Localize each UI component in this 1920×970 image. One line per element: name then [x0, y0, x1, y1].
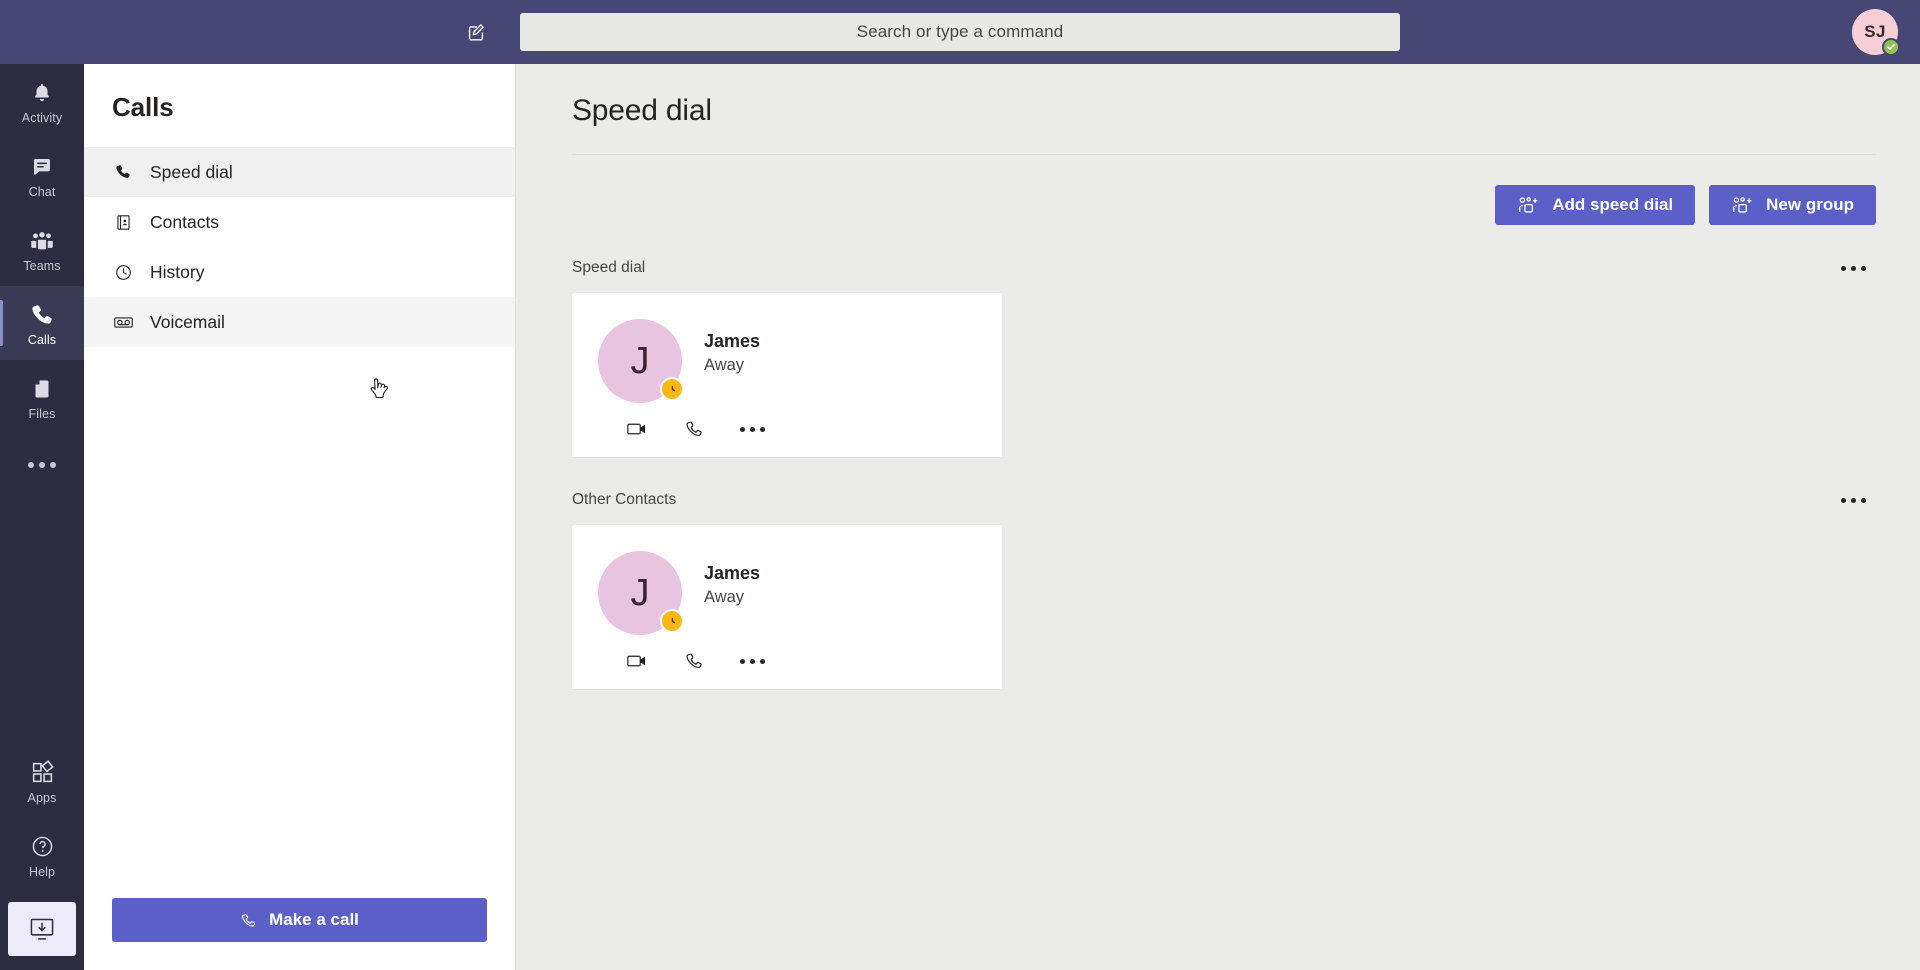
sidebar-item-label: Activity — [21, 110, 63, 125]
contact-info: James Away — [704, 319, 760, 375]
contact-status: Away — [704, 588, 745, 606]
chat-icon — [30, 152, 54, 182]
contact-card-icon — [112, 213, 134, 232]
presence-away-badge — [660, 377, 684, 401]
sidebar-item-label: Help — [28, 864, 56, 879]
sidebar-item-apps[interactable]: Apps — [0, 744, 84, 818]
contact-card-actions — [598, 651, 976, 671]
search-placeholder: Search or type a command — [856, 22, 1064, 41]
avatar: J — [598, 319, 684, 403]
phone-icon — [240, 912, 257, 929]
contact-card-top: J James Away — [598, 551, 976, 635]
sidebar-item-files[interactable]: Files — [0, 360, 84, 434]
sidebar-item-label: Chat — [28, 184, 56, 199]
main-title: Speed dial — [572, 94, 712, 127]
nav-item-contacts[interactable]: Contacts — [84, 197, 515, 247]
sidebar-item-label: Apps — [27, 790, 57, 805]
presence-away-badge — [660, 609, 684, 633]
download-desktop-app-icon[interactable] — [8, 902, 76, 956]
group-overflow-more-horizontal-icon[interactable] — [1836, 487, 1870, 513]
left-panel-footer: Make a call — [84, 898, 515, 970]
page-title: Calls — [112, 92, 174, 122]
top-bar: Search or type a command SJ — [0, 0, 1920, 64]
make-a-call-label: Make a call — [269, 910, 359, 929]
new-group-label: New group — [1766, 195, 1854, 214]
teams-icon — [29, 226, 55, 256]
add-speed-dial-label: Add speed dial — [1552, 195, 1674, 214]
voicemail-icon — [112, 313, 134, 332]
contact-name: James — [704, 563, 761, 583]
nav-item-label: History — [150, 261, 205, 282]
more-apps-button[interactable] — [0, 434, 84, 496]
group-title: Speed dial — [572, 259, 646, 276]
add-speed-dial-button[interactable]: Add speed dial — [1495, 185, 1696, 225]
contact-card-actions — [598, 419, 976, 439]
calls-left-panel: Calls Speed dial Contacts History Voicem… — [84, 64, 516, 970]
make-a-call-button[interactable]: Make a call — [112, 898, 487, 942]
audio-call-icon[interactable] — [684, 651, 704, 671]
app-rail: Activity Chat Teams Calls Files Apps Hel… — [0, 64, 84, 970]
main-content: Speed dial Add speed dial New group Spee… — [516, 64, 1920, 970]
contact-name: James — [704, 331, 761, 351]
group-overflow-more-horizontal-icon[interactable] — [1836, 255, 1870, 281]
sidebar-item-calls[interactable]: Calls — [0, 286, 84, 360]
apps-icon — [30, 758, 55, 788]
more-horizontal-icon — [28, 462, 56, 468]
sidebar-item-help[interactable]: Help — [0, 818, 84, 892]
add-person-icon — [1731, 195, 1753, 215]
sidebar-item-label: Calls — [27, 332, 57, 347]
add-person-icon — [1517, 195, 1539, 215]
contact-more-horizontal-icon[interactable] — [740, 426, 765, 432]
sidebar-item-chat[interactable]: Chat — [0, 138, 84, 212]
nav-item-label: Contacts — [150, 211, 220, 232]
nav-item-history[interactable]: History — [84, 247, 515, 297]
divider — [572, 154, 1876, 155]
presence-available-badge — [1882, 38, 1900, 56]
file-icon — [30, 374, 54, 404]
contact-status: Away — [704, 356, 745, 374]
phone-icon — [29, 300, 55, 330]
avatar[interactable]: SJ — [1852, 9, 1900, 56]
nav-item-speed-dial[interactable]: Speed dial — [84, 147, 515, 197]
main-action-row: Add speed dial New group — [572, 185, 1876, 225]
teams-app-window: Search or type a command SJ Activity Cha… — [0, 0, 1920, 970]
bell-icon — [30, 78, 54, 108]
app-rail-bottom: Apps Help — [0, 744, 84, 970]
nav-item-label: Speed dial — [150, 161, 233, 182]
top-bar-right: SJ — [1852, 9, 1900, 56]
contact-card[interactable]: J James Away — [572, 525, 1002, 689]
clock-icon — [112, 263, 134, 282]
group-other-contacts: Other Contacts J James Away — [572, 487, 1876, 689]
new-group-button[interactable]: New group — [1709, 185, 1876, 225]
phone-icon — [112, 163, 134, 181]
sidebar-item-teams[interactable]: Teams — [0, 212, 84, 286]
audio-call-icon[interactable] — [684, 419, 704, 439]
compose-icon[interactable] — [455, 11, 497, 53]
avatar: J — [598, 551, 684, 635]
sidebar-item-activity[interactable]: Activity — [0, 64, 84, 138]
contact-more-horizontal-icon[interactable] — [740, 658, 765, 664]
contact-card-top: J James Away — [598, 319, 976, 403]
app-body: Activity Chat Teams Calls Files Apps Hel… — [0, 64, 1920, 970]
search-input[interactable]: Search or type a command — [520, 13, 1400, 51]
group-header: Speed dial — [572, 255, 1876, 281]
group-title: Other Contacts — [572, 491, 677, 508]
help-circle-icon — [30, 832, 55, 862]
mouse-cursor — [367, 376, 393, 411]
group-speed-dial: Speed dial J James Away — [572, 255, 1876, 457]
video-call-icon[interactable] — [626, 652, 648, 670]
contact-info: James Away — [704, 551, 760, 607]
group-header: Other Contacts — [572, 487, 1876, 513]
nav-item-voicemail[interactable]: Voicemail — [84, 297, 515, 347]
contact-card[interactable]: J James Away — [572, 293, 1002, 457]
video-call-icon[interactable] — [626, 420, 648, 438]
sidebar-item-label: Files — [28, 406, 56, 421]
sidebar-item-label: Teams — [23, 258, 61, 273]
nav-item-label: Voicemail — [150, 311, 225, 332]
